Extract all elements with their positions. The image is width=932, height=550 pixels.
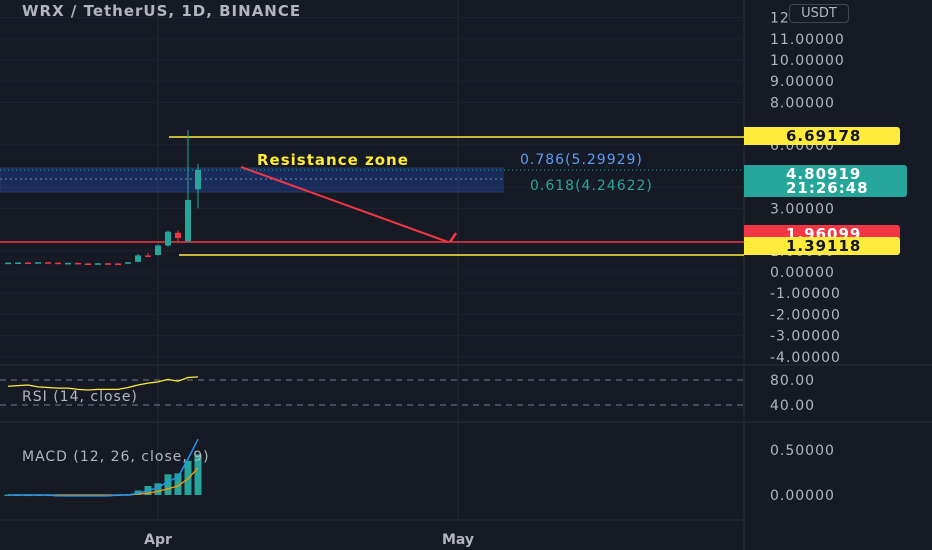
arrow-head	[448, 232, 458, 243]
candle-body	[185, 199, 191, 242]
high-price-tag: 6.69178	[744, 127, 900, 145]
candle-body	[195, 170, 201, 190]
price-tick-label: -3.00000	[770, 329, 841, 345]
price-tick-label: 10.00000	[770, 53, 845, 69]
candle-body	[15, 262, 21, 264]
candle-body	[35, 262, 41, 264]
price-tick-label: 8.00000	[770, 95, 835, 111]
candle-body	[155, 245, 161, 256]
rsi-tick-label: 40.00	[770, 398, 815, 414]
last-price-tag: 4.80919 21:26:48	[744, 165, 907, 197]
price-tick-label: -1.00000	[770, 286, 841, 302]
candle-body	[135, 255, 141, 262]
macd-tick-label: 0.00000	[770, 488, 835, 504]
fib-618-label: 0.618(4.24622)	[530, 178, 653, 194]
rsi-tick-label: 80.00	[770, 373, 815, 389]
candle-body	[165, 231, 171, 246]
macd-tick-label: 0.50000	[770, 443, 835, 459]
resistance-zone-label: Resistance zone	[257, 151, 409, 169]
price-tick-label: -4.00000	[770, 350, 841, 366]
bar-countdown: 21:26:48	[786, 179, 869, 197]
candle-body	[5, 262, 11, 265]
macd-label[interactable]: MACD (12, 26, close, 9)	[22, 449, 210, 465]
candle-body	[115, 263, 121, 266]
candle-body	[75, 262, 81, 265]
price-tick-label: -2.00000	[770, 307, 841, 323]
macd-histogram-bar	[164, 474, 172, 495]
currency-selector[interactable]: USDT	[789, 4, 849, 23]
price-tick-label: 11.00000	[770, 32, 845, 48]
price-chart[interactable]: AprMay12.0000011.0000010.000009.000008.0…	[0, 0, 932, 550]
time-tick-label: May	[442, 532, 474, 548]
candle-body	[45, 262, 51, 264]
candle-body	[65, 262, 71, 265]
candle-body	[55, 262, 61, 265]
chart-title: WRX / TetherUS, 1D, BINANCE	[22, 2, 302, 20]
price-tick-label: 0.00000	[770, 265, 835, 281]
candle-body	[125, 262, 131, 264]
price-tick-label: 9.00000	[770, 74, 835, 90]
fib-786-label: 0.786(5.29929)	[520, 152, 643, 168]
low-price-tag: 1.39118	[744, 237, 900, 255]
rsi-label[interactable]: RSI (14, close)	[22, 389, 138, 405]
candle-body	[25, 262, 31, 264]
candle-body	[175, 232, 181, 239]
price-tick-label: 3.00000	[770, 201, 835, 217]
candle-body	[105, 263, 111, 265]
candle-body	[85, 263, 91, 266]
candle-body	[95, 263, 101, 265]
time-tick-label: Apr	[144, 532, 172, 548]
candle-body	[145, 255, 151, 257]
